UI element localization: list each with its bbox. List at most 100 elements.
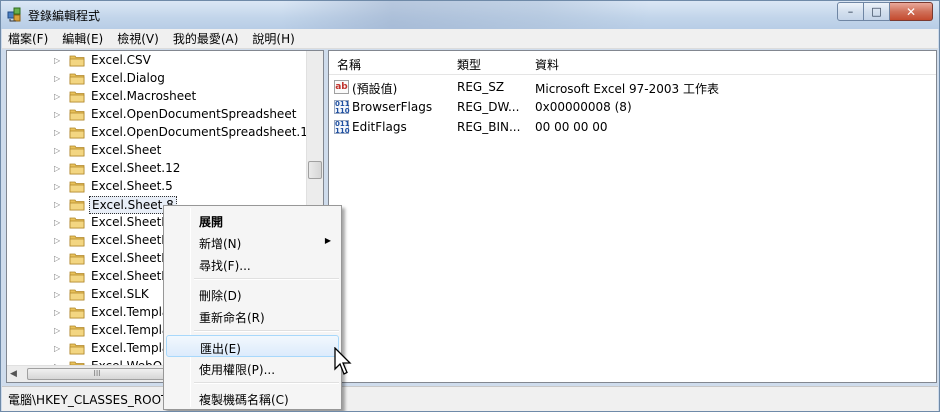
tree-item-label: Excel.Sheet [91,143,162,157]
tree-item[interactable]: ▷ Excel.Sheet.12 [7,160,307,178]
column-header-data[interactable]: 資料 [535,56,559,73]
tree-item-label: Excel.OpenDocumentSpreadsheet.12 [91,125,316,139]
value-row[interactable]: ab (預設值) REG_SZ Microsoft Excel 97-2003 工作表 [329,77,936,97]
expand-arrow-icon[interactable]: ▷ [54,272,62,281]
tree-item-label: Excel.SheetM [91,269,172,283]
menu-view[interactable]: 檢視(V) [117,30,159,47]
folder-icon [69,199,85,211]
expand-arrow-icon[interactable]: ▷ [54,290,62,299]
expand-arrow-icon[interactable]: ▷ [54,92,62,101]
menu-edit[interactable]: 編輯(E) [62,30,103,47]
values-list-pane[interactable]: 名稱 類型 資料 ab (預設值) REG_SZ Microsoft Excel 97… [328,50,937,383]
column-header-name[interactable]: 名稱 [337,56,361,73]
tree-item-label: Excel.Templa [91,323,170,337]
minimize-button[interactable]: – [837,2,864,21]
tree-item[interactable]: ▷ Excel.CSV [7,52,307,70]
value-data: Microsoft Excel 97-2003 工作表 [535,82,719,96]
context-menu-item-label: 使用權限(P)... [199,363,276,377]
expand-arrow-icon[interactable]: ▷ [54,128,62,137]
scroll-left-arrow-icon[interactable]: ◀ [10,369,17,379]
expand-arrow-icon[interactable]: ▷ [54,218,62,227]
expand-arrow-icon[interactable]: ▷ [54,56,62,65]
tree-item-label: Excel.Templa [91,305,170,319]
tree-item-label: Excel.SLK [91,287,149,301]
context-menu-item[interactable]: 刪除(D) [166,283,339,305]
value-type: REG_BIN... [457,120,521,134]
expand-arrow-icon[interactable]: ▷ [54,74,62,83]
context-menu-item[interactable]: 展開 [166,209,339,231]
tree-item[interactable]: ▷ Excel.OpenDocumentSpreadsheet.12 [7,124,316,142]
expand-arrow-icon[interactable]: ▷ [54,326,62,335]
value-type: REG_SZ [457,80,505,94]
close-button[interactable]: ✕ [890,2,933,21]
folder-icon [69,91,85,103]
expand-arrow-icon[interactable]: ▷ [54,236,62,245]
folder-icon [69,253,85,265]
context-menu-item[interactable]: 新增(N) ▶ [166,231,339,253]
context-menu-item-label: 新增(N) [199,237,242,251]
expand-arrow-icon[interactable]: ▷ [54,146,62,155]
tree-item[interactable]: ▷ Excel.Dialog [7,70,307,88]
expand-arrow-icon[interactable]: ▷ [54,200,62,209]
expand-arrow-icon[interactable]: ▷ [54,308,62,317]
context-menu-item-label: 重新命名(R) [199,311,265,325]
maximize-button[interactable]: □ [864,2,890,21]
title-bar[interactable]: 登錄編輯程式 – □ ✕ [1,1,939,29]
menu-favorites[interactable]: 我的最愛(A) [173,30,239,47]
menu-help[interactable]: 說明(H) [252,30,294,47]
status-key-path: 電腦\HKEY_CLASSES_ROOT [8,393,169,407]
folder-icon [69,289,85,301]
folder-icon [69,271,85,283]
context-menu-separator [194,382,339,384]
expand-arrow-icon[interactable]: ▷ [54,344,62,353]
mouse-pointer-icon [334,347,352,375]
value-row[interactable]: 011 110 EditFlags REG_BIN... 00 00 00 00 [329,117,936,137]
menu-file[interactable]: 檔案(F) [8,30,48,47]
tree-item-label: Excel.SheetM [91,251,172,265]
column-header-type[interactable]: 類型 [457,56,481,73]
context-menu-item-label: 複製機碼名稱(C) [199,393,289,407]
folder-icon [69,55,85,67]
registry-editor-window: 登錄編輯程式 – □ ✕ 檔案(F) 編輯(E) 檢視(V) 我的最愛(A) 說… [0,0,940,412]
tree-item[interactable]: ▷ Excel.OpenDocumentSpreadsheet [7,106,307,124]
binary-value-icon: 011 110 [334,120,350,135]
tree-item[interactable]: ▷ Excel.Sheet [7,142,307,160]
context-menu-separator [194,330,339,332]
tree-item[interactable]: ▷ Excel.Sheet.5 [7,178,307,196]
registry-editor-app-icon [7,7,21,22]
folder-icon [69,109,85,121]
binary-value-icon: 011 110 [334,100,350,115]
folder-icon [69,325,85,337]
context-menu-item[interactable]: 使用權限(P)... [166,357,339,379]
context-menu-item-label: 匯出(E) [200,342,241,356]
menu-bar: 檔案(F) 編輯(E) 檢視(V) 我的最愛(A) 說明(H) [2,29,938,49]
context-menu-item[interactable]: 尋找(F)... [166,253,339,275]
values-column-headers: 名稱 類型 資料 [329,51,936,75]
folder-icon [69,163,85,175]
context-menu-item[interactable]: 重新命名(R) [166,305,339,327]
value-data: 0x00000008 (8) [535,100,632,114]
expand-arrow-icon[interactable]: ▷ [54,182,62,191]
folder-icon [69,307,85,319]
tree-horizontal-scroll-thumb[interactable]: III [27,368,167,380]
window-controls: – □ ✕ [837,2,933,21]
value-type: REG_DW... [457,100,520,114]
value-row[interactable]: 011 110 BrowserFlags REG_DW... 0x00000008 (… [329,97,936,117]
context-menu-separator [194,278,339,280]
status-bar: 電腦\HKEY_CLASSES_ROOT [2,386,938,411]
tree-item-label: Excel.Dialog [91,71,165,85]
tree-item[interactable]: ▷ Excel.Macrosheet [7,88,307,106]
expand-arrow-icon[interactable]: ▷ [54,164,62,173]
context-menu-item[interactable]: 複製機碼名稱(C) [166,387,339,409]
expand-arrow-icon[interactable]: ▷ [54,110,62,119]
expand-arrow-icon[interactable]: ▷ [54,254,62,263]
tree-vertical-scroll-thumb[interactable] [308,161,322,179]
tree-item-label: Excel.Sheet.12 [91,161,181,175]
folder-icon [69,127,85,139]
string-value-icon: ab [334,80,349,94]
context-menu-item[interactable]: 匯出(E) [166,335,339,357]
value-data: 00 00 00 00 [535,120,608,134]
folder-icon [69,145,85,157]
tree-item-label: Excel.Sheet.5 [91,179,173,193]
window-title: 登錄編輯程式 [28,9,101,23]
